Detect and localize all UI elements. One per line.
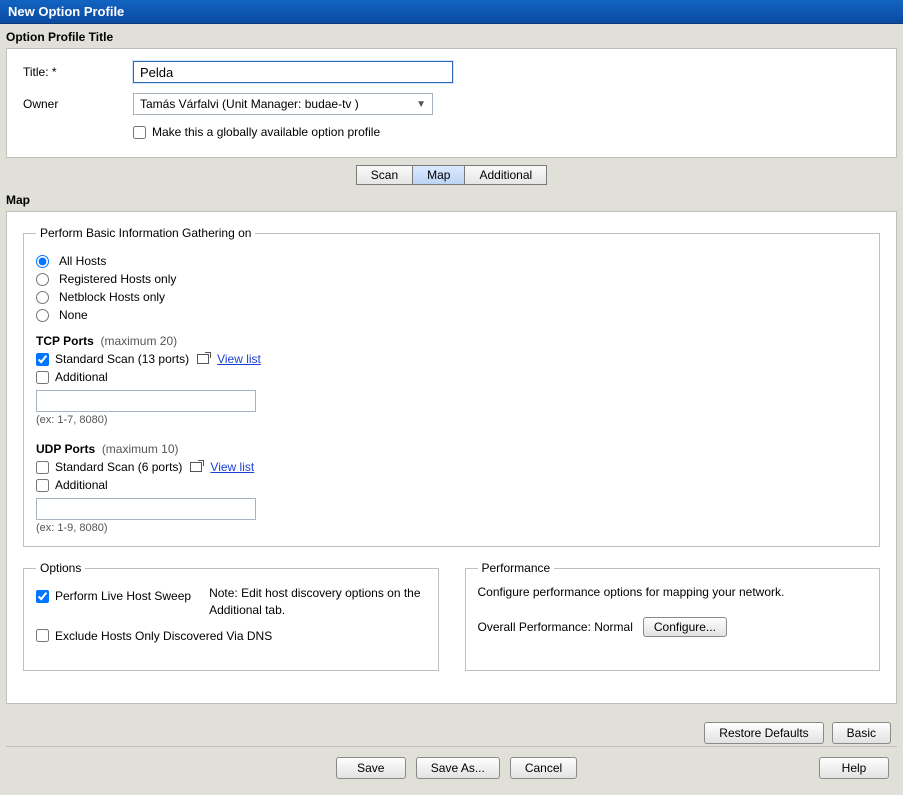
live-sweep-checkbox[interactable] xyxy=(36,590,49,603)
udp-additional-label: Additional xyxy=(55,478,108,492)
radio-all-hosts-input[interactable] xyxy=(36,255,49,268)
global-profile-checkbox[interactable] xyxy=(133,126,146,139)
live-sweep-note: Note: Edit host discovery options on the… xyxy=(209,585,425,619)
tcp-additional-checkbox[interactable] xyxy=(36,371,49,384)
global-profile-label: Make this a globally available option pr… xyxy=(152,125,380,139)
tcp-additional-label: Additional xyxy=(55,370,108,384)
help-button[interactable]: Help xyxy=(819,757,889,779)
popup-icon xyxy=(197,354,209,364)
performance-desc: Configure performance options for mappin… xyxy=(478,585,868,599)
performance-legend: Performance xyxy=(478,561,555,575)
udp-ports-heading: UDP Ports xyxy=(36,442,95,456)
tcp-standard-checkbox[interactable] xyxy=(36,353,49,366)
save-button[interactable]: Save xyxy=(336,757,406,779)
overall-perf-label: Overall Performance: xyxy=(478,620,591,634)
udp-additional-input[interactable] xyxy=(36,498,256,520)
tabbar: Scan Map Additional xyxy=(356,165,547,185)
tcp-ports-hint: (maximum 20) xyxy=(100,334,177,348)
tab-additional[interactable]: Additional xyxy=(465,166,546,184)
radio-registered-input[interactable] xyxy=(36,273,49,286)
performance-fieldset: Performance Configure performance option… xyxy=(465,561,881,671)
live-sweep-row[interactable]: Perform Live Host Sweep xyxy=(36,589,191,603)
tab-map[interactable]: Map xyxy=(413,166,465,184)
restore-defaults-button[interactable]: Restore Defaults xyxy=(704,722,823,744)
title-input[interactable] xyxy=(133,61,453,83)
cancel-button[interactable]: Cancel xyxy=(510,757,577,779)
udp-ports-hint: (maximum 10) xyxy=(102,442,179,456)
profile-title-legend: Option Profile Title xyxy=(6,30,113,48)
tcp-additional-input[interactable] xyxy=(36,390,256,412)
map-legend: Map xyxy=(6,193,30,211)
exclude-dns-row[interactable]: Exclude Hosts Only Discovered Via DNS xyxy=(36,629,426,643)
owner-select[interactable]: Tamás Várfalvi (Unit Manager: budae-tv )… xyxy=(133,93,433,115)
tcp-ports-heading: TCP Ports xyxy=(36,334,94,348)
profile-title-section: Option Profile Title Title: * Owner Tamá… xyxy=(6,30,897,158)
radio-netblock-input[interactable] xyxy=(36,291,49,304)
owner-label: Owner xyxy=(23,97,133,111)
chevron-down-icon: ▼ xyxy=(416,99,426,110)
options-legend: Options xyxy=(36,561,85,575)
basic-button[interactable]: Basic xyxy=(832,722,891,744)
udp-view-list-link[interactable]: View list xyxy=(210,460,254,474)
options-fieldset: Options Perform Live Host Sweep Note: Ed… xyxy=(23,561,439,671)
window-title: New Option Profile xyxy=(0,0,903,24)
live-sweep-label: Perform Live Host Sweep xyxy=(55,589,191,603)
tcp-standard-label: Standard Scan (13 ports) xyxy=(55,352,189,366)
radio-none[interactable]: None xyxy=(36,308,867,322)
radio-all-hosts[interactable]: All Hosts xyxy=(36,254,867,268)
tcp-example: (ex: 1-7, 8080) xyxy=(36,414,867,426)
overall-perf-value: Normal xyxy=(594,620,633,634)
gather-legend: Perform Basic Information Gathering on xyxy=(36,226,255,240)
gather-fieldset: Perform Basic Information Gathering on A… xyxy=(23,226,880,547)
udp-standard-label: Standard Scan (6 ports) xyxy=(55,460,182,474)
save-as-button[interactable]: Save As... xyxy=(416,757,500,779)
popup-icon xyxy=(190,462,202,472)
exclude-dns-label: Exclude Hosts Only Discovered Via DNS xyxy=(55,629,272,643)
udp-example: (ex: 1-9, 8080) xyxy=(36,522,867,534)
title-label: Title: * xyxy=(23,65,133,79)
exclude-dns-checkbox[interactable] xyxy=(36,629,49,642)
tab-scan[interactable]: Scan xyxy=(357,166,413,184)
radio-registered[interactable]: Registered Hosts only xyxy=(36,272,867,286)
udp-standard-checkbox[interactable] xyxy=(36,461,49,474)
radio-netblock[interactable]: Netblock Hosts only xyxy=(36,290,867,304)
tcp-view-list-link[interactable]: View list xyxy=(217,352,261,366)
owner-select-value: Tamás Várfalvi (Unit Manager: budae-tv ) xyxy=(140,97,359,111)
configure-button[interactable]: Configure... xyxy=(643,617,727,637)
udp-additional-checkbox[interactable] xyxy=(36,479,49,492)
radio-none-input[interactable] xyxy=(36,309,49,322)
